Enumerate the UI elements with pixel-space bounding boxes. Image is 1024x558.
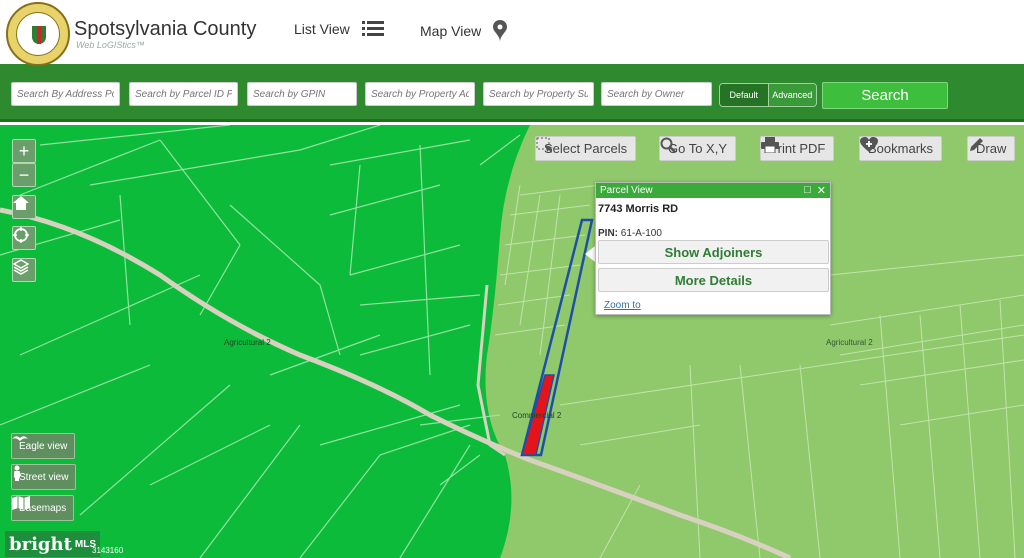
search-property-subdivision-input[interactable] — [483, 82, 594, 106]
street-view-button[interactable]: Street view — [11, 464, 77, 490]
nav-list-view-label: List View — [294, 21, 350, 37]
parcel-address: 7743 Morris RD — [598, 203, 679, 215]
search-address-point-input[interactable] — [11, 82, 120, 106]
show-adjoiners-button[interactable]: Show Adjoiners — [598, 240, 829, 264]
eagle-icon — [12, 436, 28, 441]
search-owner-input[interactable] — [601, 82, 712, 106]
go-to-xy-button[interactable]: Go To X,Y — [659, 136, 737, 161]
search-property-address-input[interactable] — [365, 82, 475, 106]
nav-list-view[interactable]: List View — [294, 20, 384, 38]
popup-pointer — [585, 246, 595, 262]
map-canvas[interactable]: Agricultural 2 Agricultural 2 Commercial… — [0, 125, 1024, 558]
locate-button[interactable] — [12, 226, 36, 250]
list-icon — [361, 21, 384, 36]
app-header: Spotsylvania County Web LoGIStics™ List … — [0, 0, 1024, 66]
brand-title: Spotsylvania County — [74, 18, 257, 40]
printer-icon — [761, 137, 779, 153]
bookmarks-button[interactable]: Bookmarks — [859, 136, 943, 161]
zoom-out-button[interactable]: − — [12, 163, 36, 187]
nav-map-view-label: Map View — [420, 23, 482, 39]
county-seal-logo — [6, 2, 70, 66]
popup-title: Parcel View — [600, 185, 653, 196]
zoom-in-button[interactable]: + — [12, 139, 36, 163]
search-bar: Default Advanced Search — [0, 64, 1024, 122]
go-to-xy-label: Go To X,Y — [668, 141, 728, 156]
search-parcel-id-input[interactable] — [129, 82, 238, 106]
map-pin-icon — [493, 20, 508, 42]
popup-header: Parcel View □ ✕ — [596, 183, 830, 198]
search-button[interactable]: Search — [822, 82, 948, 109]
layers-icon — [13, 259, 29, 275]
person-icon — [14, 465, 20, 481]
mode-advanced-button[interactable]: Advanced — [767, 84, 816, 106]
zoom-to-link[interactable]: Zoom to — [604, 300, 641, 311]
maximize-icon[interactable]: □ — [804, 184, 811, 197]
select-parcels-label: Select Parcels — [544, 141, 628, 156]
zone-label-agricultural-left: Agricultural 2 — [224, 338, 271, 347]
pin-label: PIN: — [598, 228, 618, 239]
zone-label-commercial: Commercial 2 — [512, 411, 562, 420]
more-details-button[interactable]: More Details — [598, 268, 829, 292]
zoom-search-icon — [660, 137, 676, 153]
print-pdf-button[interactable]: Print PDF — [760, 136, 835, 161]
watermark-brand: bright — [9, 533, 72, 555]
select-parcels-button[interactable]: Select Parcels — [535, 136, 637, 161]
search-gpin-input[interactable] — [247, 82, 357, 106]
parcel-view-popup: Parcel View □ ✕ 7743 Morris RD PIN: 61-A… — [595, 182, 831, 315]
select-parcels-icon — [536, 137, 553, 153]
bright-mls-watermark: bright MLS — [5, 531, 101, 557]
home-icon — [13, 196, 29, 210]
close-icon[interactable]: ✕ — [817, 184, 826, 197]
bookmark-plus-icon — [860, 137, 878, 152]
mode-default-button[interactable]: Default — [720, 84, 768, 106]
home-button[interactable] — [12, 195, 36, 219]
pencil-icon — [970, 138, 983, 151]
pin-value: 61-A-100 — [620, 228, 662, 239]
basemaps-button[interactable]: Basemaps — [11, 495, 75, 521]
map-icon — [12, 496, 30, 510]
parcel-map: Agricultural 2 Agricultural 2 Commercial… — [0, 125, 1024, 558]
watermark-fragment: 3143160 — [92, 546, 124, 555]
crosshair-icon — [13, 227, 29, 243]
parcel-pin-row: PIN: 61-A-100 — [596, 215, 830, 239]
draw-button[interactable]: Draw — [967, 136, 1016, 161]
zone-label-agricultural-right: Agricultural 2 — [826, 338, 873, 347]
search-mode-toggle: Default Advanced — [719, 83, 817, 107]
nav-map-view[interactable]: Map View — [420, 20, 508, 42]
street-view-label: Street view — [19, 471, 69, 483]
brand-subtitle: Web LoGIStics™ — [76, 40, 145, 50]
eagle-view-button[interactable]: Eagle view — [11, 433, 76, 459]
layers-button[interactable] — [12, 258, 36, 282]
